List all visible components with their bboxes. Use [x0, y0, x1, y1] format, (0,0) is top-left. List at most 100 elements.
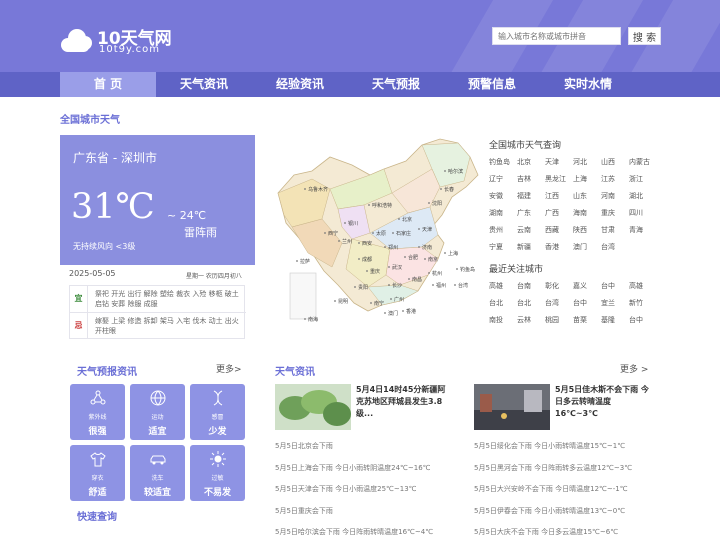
- city-link[interactable]: 青海: [629, 225, 657, 235]
- city-link[interactable]: 辽宁: [489, 174, 517, 184]
- city-link[interactable]: 苗栗: [573, 315, 601, 325]
- map-city-label[interactable]: 香港: [406, 308, 416, 315]
- forecast-tile[interactable]: 感冒 少发: [190, 384, 245, 440]
- forecast-tile[interactable]: 过敏 不易发: [190, 445, 245, 501]
- city-link[interactable]: 贵州: [489, 225, 517, 235]
- map-city-label[interactable]: 贵阳: [358, 284, 368, 291]
- map-city-label[interactable]: 广州: [394, 296, 404, 303]
- news-item[interactable]: 5月5日天津会下雨 今日小雨温度25℃~13℃: [275, 484, 417, 494]
- city-link[interactable]: 安徽: [489, 191, 517, 201]
- map-city-label[interactable]: 南京: [428, 256, 438, 263]
- map-city-label[interactable]: 福州: [436, 282, 446, 289]
- quick-search-title[interactable]: 快速查询: [77, 508, 117, 523]
- city-link[interactable]: 高雄: [629, 281, 657, 291]
- city-link[interactable]: 云南: [517, 225, 545, 235]
- map-city-label[interactable]: 台湾: [458, 282, 468, 289]
- map-city-label[interactable]: 石家庄: [396, 230, 411, 237]
- map-city-label[interactable]: 郑州: [388, 244, 398, 251]
- tab-weather-news[interactable]: 天气资讯: [156, 72, 252, 97]
- news-headline-1[interactable]: 5月4日14时45分新疆阿克苏地区拜城县发生3.8级...: [356, 384, 452, 420]
- news-item[interactable]: 5月5日伊春会下雨 今日小雨转晴温度13℃~0℃: [474, 506, 625, 516]
- city-link[interactable]: 上海: [573, 174, 601, 184]
- tab-water[interactable]: 实时水情: [540, 72, 636, 97]
- city-link[interactable]: 宁夏: [489, 242, 517, 252]
- city-link[interactable]: 河北: [573, 157, 601, 167]
- tab-experience[interactable]: 经验资讯: [252, 72, 348, 97]
- forecast-tile[interactable]: 穿衣 舒适: [70, 445, 125, 501]
- city-link[interactable]: 新疆: [517, 242, 545, 252]
- city-link[interactable]: 台中: [573, 298, 601, 308]
- map-city-label[interactable]: 拉萨: [300, 258, 310, 265]
- news-item[interactable]: 5月5日绥化会下雨 今日小雨转晴温度15℃~1℃: [474, 441, 625, 451]
- map-city-label[interactable]: 长春: [444, 186, 454, 193]
- map-city-label[interactable]: 济南: [422, 244, 432, 251]
- city-link[interactable]: 重庆: [601, 208, 629, 218]
- forecast-tile[interactable]: 运动 适宜: [130, 384, 185, 440]
- news-thumb-rain[interactable]: [474, 384, 550, 430]
- map-city-label[interactable]: 银川: [348, 220, 358, 227]
- city-link[interactable]: 澳门: [573, 242, 601, 252]
- map-city-label[interactable]: 呼和浩特: [372, 202, 392, 209]
- map-city-label[interactable]: 武汉: [392, 264, 402, 271]
- map-city-label[interactable]: 杭州: [432, 270, 442, 277]
- news-item[interactable]: 5月5日哈尔滨会下雨 今日阵雨转晴温度16℃~4℃: [275, 527, 433, 537]
- news-item[interactable]: 5月5日北京会下雨: [275, 441, 333, 451]
- map-city-label[interactable]: 南昌: [412, 276, 422, 283]
- city-link[interactable]: 吉林: [517, 174, 545, 184]
- city-link[interactable]: 台中: [629, 315, 657, 325]
- city-link[interactable]: 基隆: [601, 315, 629, 325]
- map-city-label[interactable]: 成都: [362, 256, 372, 263]
- city-link[interactable]: 桃园: [545, 315, 573, 325]
- city-link[interactable]: 高雄: [489, 281, 517, 291]
- city-link[interactable]: 广西: [545, 208, 573, 218]
- city-link[interactable]: 广东: [517, 208, 545, 218]
- city-link[interactable]: 北京: [517, 157, 545, 167]
- tab-home[interactable]: 首 页: [60, 72, 156, 97]
- city-link[interactable]: 台北: [489, 298, 517, 308]
- city-link[interactable]: 海南: [573, 208, 601, 218]
- map-city-label[interactable]: 南海: [308, 316, 318, 323]
- map-city-label[interactable]: 兰州: [342, 238, 352, 245]
- city-link[interactable]: 台中: [601, 281, 629, 291]
- map-city-label[interactable]: 天津: [422, 226, 432, 233]
- map-city-label[interactable]: 重庆: [370, 268, 380, 275]
- search-button[interactable]: 搜 索: [628, 27, 661, 45]
- map-city-label[interactable]: 钓鱼岛: [460, 266, 475, 273]
- city-link[interactable]: 香港: [545, 242, 573, 252]
- city-link[interactable]: 湖北: [629, 191, 657, 201]
- map-city-label[interactable]: 哈尔滨: [448, 168, 463, 175]
- city-link[interactable]: 云林: [517, 315, 545, 325]
- city-link[interactable]: 甘肃: [601, 225, 629, 235]
- city-link[interactable]: 天津: [545, 157, 573, 167]
- news-headline-2[interactable]: 5月5日佳木斯不会下雨 今日多云转晴温度16℃~3℃: [555, 384, 651, 420]
- city-link[interactable]: 江西: [545, 191, 573, 201]
- map-city-label[interactable]: 南宁: [374, 300, 384, 307]
- tab-forecast[interactable]: 天气预报: [348, 72, 444, 97]
- city-link[interactable]: 钓鱼岛: [489, 157, 517, 167]
- search-input[interactable]: [492, 27, 621, 45]
- city-link[interactable]: 江苏: [601, 174, 629, 184]
- map-city-label[interactable]: 太原: [376, 230, 386, 237]
- city-link[interactable]: 台湾: [545, 298, 573, 308]
- city-link[interactable]: 彰化: [545, 281, 573, 291]
- city-link[interactable]: 黑龙江: [545, 174, 573, 184]
- news-item[interactable]: 5月5日大兴安岭不会下雨 今日晴温度12℃~-1℃: [474, 484, 628, 494]
- map-city-label[interactable]: 北京: [402, 216, 412, 223]
- city-link[interactable]: 宜兰: [601, 298, 629, 308]
- city-link[interactable]: 台湾: [601, 242, 629, 252]
- china-map[interactable]: 哈尔滨长春沈阳北京天津 乌鲁木齐呼和浩特银川太原 石家庄济南 西宁兰州 西安郑州合肥 南京…: [272, 135, 484, 330]
- city-link[interactable]: 嘉义: [573, 281, 601, 291]
- city-link[interactable]: 内蒙古: [629, 157, 657, 167]
- map-city-label[interactable]: 西宁: [328, 230, 338, 237]
- tab-warnings[interactable]: 预警信息: [444, 72, 540, 97]
- city-link[interactable]: 台南: [517, 281, 545, 291]
- city-link[interactable]: 福建: [517, 191, 545, 201]
- map-city-label[interactable]: 昆明: [338, 299, 348, 305]
- news-item[interactable]: 5月5日大庆不会下雨 今日多云温度15℃~6℃: [474, 527, 618, 537]
- city-link[interactable]: 南投: [489, 315, 517, 325]
- site-logo[interactable]: 10天气网 10t9y.com: [59, 22, 189, 60]
- city-link[interactable]: 台北: [517, 298, 545, 308]
- news-item[interactable]: 5月5日重庆会下雨: [275, 506, 333, 516]
- city-link[interactable]: 陕西: [573, 225, 601, 235]
- city-link[interactable]: 浙江: [629, 174, 657, 184]
